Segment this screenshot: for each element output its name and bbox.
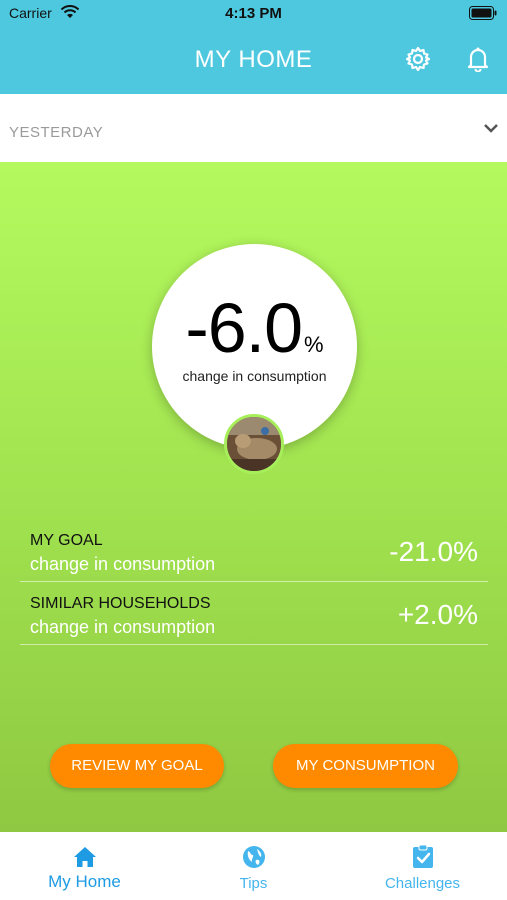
- globe-icon: [243, 846, 265, 868]
- my-consumption-button[interactable]: MY CONSUMPTION: [273, 744, 458, 788]
- tab-tips[interactable]: Tips: [169, 832, 338, 900]
- chevron-down-icon: [484, 124, 498, 133]
- battery-icon: [469, 6, 497, 20]
- avatar-photo: [227, 417, 281, 471]
- tab-my-home-label: My Home: [48, 872, 121, 891]
- tab-challenges-label: Challenges: [384, 875, 461, 892]
- status-bar: Carrier 4:13 PM: [0, 0, 507, 28]
- bell-icon[interactable]: [466, 46, 490, 72]
- app-header: Carrier 4:13 PM MY HOME: [0, 0, 507, 94]
- consumption-value: -6.0%: [152, 288, 357, 368]
- period-label: YESTERDAY: [9, 124, 104, 141]
- goal-subtitle: change in consumption: [30, 554, 216, 574]
- clock: 4:13 PM: [225, 5, 282, 22]
- similar-households-title: SIMILAR HOUSEHOLDS: [30, 595, 211, 612]
- avatar[interactable]: [224, 414, 284, 474]
- tab-challenges[interactable]: Challenges: [338, 832, 507, 900]
- consumption-number: -6.0: [185, 289, 303, 367]
- similar-households-value: +2.0%: [397, 599, 478, 630]
- tab-bar: My Home Tips Challenges: [0, 832, 507, 900]
- goal-title: MY GOAL: [30, 532, 103, 549]
- consumption-unit: %: [304, 332, 324, 357]
- period-selector[interactable]: YESTERDAY: [0, 94, 507, 162]
- home-icon: [74, 847, 96, 867]
- consumption-caption: change in consumption: [182, 368, 327, 384]
- goal-row: MY GOAL change in consumption -21.0%: [20, 520, 488, 582]
- gear-icon[interactable]: [405, 46, 431, 72]
- tab-tips-label: Tips: [239, 875, 268, 892]
- clipboard-check-icon: [413, 844, 433, 868]
- similar-households-subtitle: change in consumption: [30, 617, 216, 637]
- goal-value: -21.0%: [389, 536, 478, 567]
- similar-households-row: SIMILAR HOUSEHOLDS change in consumption…: [20, 583, 488, 645]
- review-goal-button[interactable]: REVIEW MY GOAL: [50, 744, 224, 788]
- consumption-panel: -6.0% change in consumption MY GOAL chan…: [0, 162, 507, 832]
- tab-my-home[interactable]: My Home: [0, 832, 169, 900]
